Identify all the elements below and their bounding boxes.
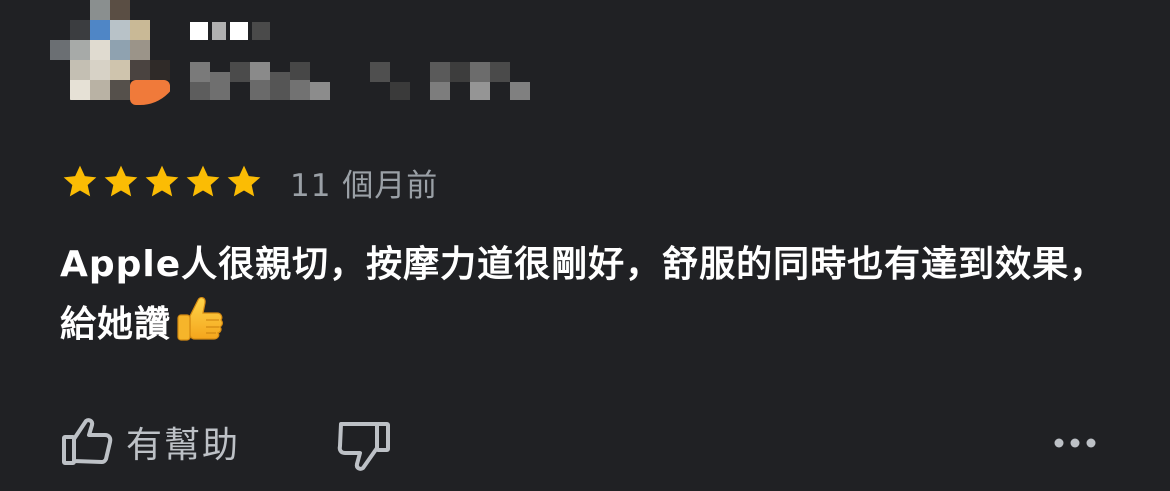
review-card: 11 個月前 Apple人很親切，按摩力道很剛好，舒服的同時也有達到效果，給她讚 [0, 0, 1170, 491]
star-icon [101, 162, 141, 202]
review-text: Apple人很親切，按摩力道很剛好，舒服的同時也有達到效果，給她讚 [60, 236, 1120, 354]
reviewer-name-redacted[interactable] [190, 20, 280, 42]
reviewer-subtitle-redacted [190, 60, 535, 102]
thumbs-up-outline-icon [60, 415, 114, 469]
thumbs-up-emoji [173, 294, 225, 346]
star-icon [224, 162, 264, 202]
review-date: 11 個月前 [290, 167, 439, 204]
thumbs-down-outline-icon [335, 416, 393, 474]
star-icon [60, 162, 100, 202]
reviewer-avatar[interactable] [50, 0, 180, 105]
more-horizontal-icon [1048, 425, 1102, 461]
not-helpful-button[interactable] [335, 416, 393, 474]
rating-row: 11 個月前 [60, 160, 438, 204]
star-icon [142, 162, 182, 202]
star-icon [183, 162, 223, 202]
helpful-label: 有幫助 [126, 425, 241, 466]
helpful-button[interactable]: 有幫助 [60, 412, 240, 472]
more-options-button[interactable] [1048, 425, 1102, 461]
star-rating [60, 162, 264, 202]
